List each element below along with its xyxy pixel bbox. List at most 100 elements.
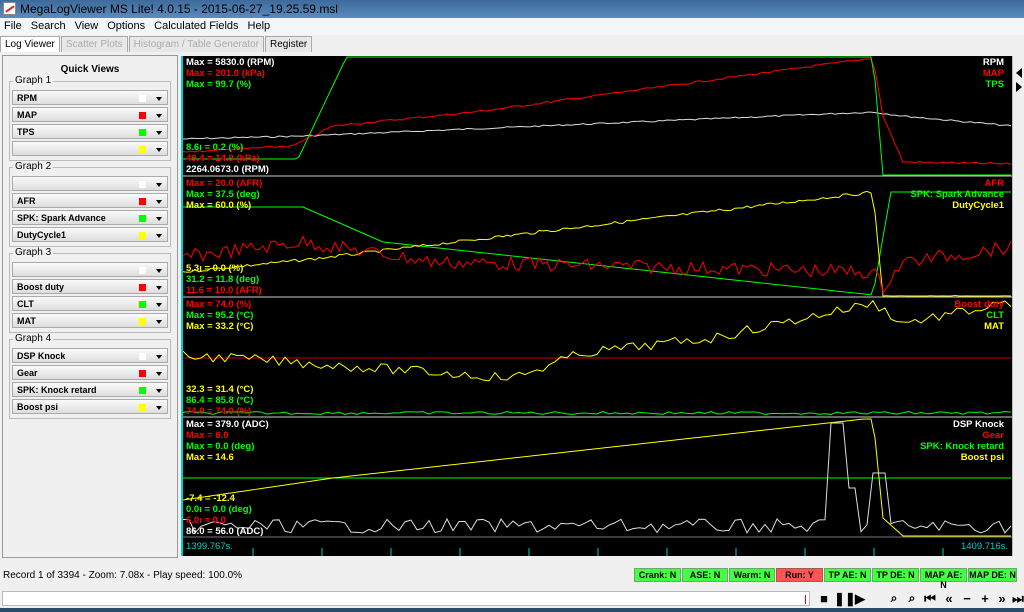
min-value-label: 2264.0673.0 (RPM)	[186, 164, 269, 175]
menu-help[interactable]: Help	[244, 18, 276, 35]
max-value-label: Max = 0.0 (deg)	[186, 441, 255, 452]
series-name-label: CLT	[986, 310, 1004, 321]
chevron-down-icon	[156, 269, 162, 273]
collapse-arrow-icon[interactable]	[1016, 68, 1022, 78]
series-name-label: RPM	[982, 57, 1004, 68]
skip-start-icon[interactable]: ⏮	[922, 591, 938, 606]
app-icon	[3, 2, 16, 15]
playback-position-marker[interactable]	[804, 595, 806, 604]
minus-icon[interactable]: −	[959, 591, 975, 606]
series-name-label: AFR	[984, 178, 1004, 189]
menu-file[interactable]: File	[0, 18, 27, 35]
zoom-in-icon[interactable]: ⌕	[904, 591, 920, 606]
time-start-label: 1399.767s.	[186, 541, 234, 552]
tab-histogram-table-generator[interactable]: Histogram / Table Generator	[128, 36, 264, 52]
min-value-label: 31.2 = 11.8 (deg)	[186, 274, 260, 285]
field-select[interactable]: SPK: Spark Advance	[12, 210, 168, 225]
field-select[interactable]: CLT	[12, 296, 168, 311]
series-name-label: MAT	[984, 321, 1004, 332]
max-value-label: Max = 201.0 (kPa)	[186, 68, 265, 79]
color-swatch[interactable]	[139, 318, 146, 325]
chevron-down-icon	[156, 406, 162, 410]
color-swatch[interactable]	[139, 284, 146, 291]
field-select[interactable]: Gear	[12, 365, 168, 380]
menu-view[interactable]: View	[71, 18, 104, 35]
field-select[interactable]: Boost psi	[12, 399, 168, 414]
max-value-label: Max = 20.0 (AFR)	[186, 178, 263, 189]
clt-trace	[183, 410, 1012, 415]
color-swatch[interactable]	[139, 198, 146, 205]
tab-scatter-plots[interactable]: Scatter Plots	[60, 36, 128, 52]
color-swatch[interactable]	[139, 112, 146, 119]
field-select[interactable]: DutyCycle1	[12, 227, 168, 242]
color-swatch[interactable]	[139, 181, 146, 188]
tab-bar: Log Viewer Scatter Plots Histogram / Table…	[0, 36, 313, 52]
time-end-label: 1409.716s.	[960, 541, 1008, 552]
field-select[interactable]: TPS	[12, 124, 168, 139]
series-name-label: SPK: Spark Advance	[910, 189, 1004, 200]
field-name: MAT	[17, 316, 36, 326]
field-select[interactable]	[12, 141, 168, 156]
field-select[interactable]: MAT	[12, 313, 168, 328]
max-value-label: Max = 37.5 (deg)	[186, 189, 260, 200]
field-select[interactable]	[12, 262, 168, 277]
min-value-label: 74.0 = 74.0 (%)	[186, 406, 252, 417]
field-select[interactable]: DSP Knock	[12, 348, 168, 363]
field-select[interactable]	[12, 176, 168, 191]
status-flag: Crank: N	[634, 568, 681, 582]
field-select[interactable]: RPM	[12, 90, 168, 105]
field-select[interactable]: SPK: Knock retard	[12, 382, 168, 397]
field-select[interactable]: AFR	[12, 193, 168, 208]
fast-forward-icon[interactable]: »	[994, 591, 1010, 606]
series-name-label: TPS	[985, 79, 1004, 90]
rewind-icon[interactable]: «	[941, 591, 957, 606]
plus-icon[interactable]: +	[977, 591, 993, 606]
menu-calculated-fields[interactable]: Calculated Fields	[150, 18, 243, 35]
chevron-down-icon	[156, 148, 162, 152]
field-select[interactable]: MAP	[12, 107, 168, 122]
max-value-label: Max = 379.0 (ADC)	[186, 419, 269, 430]
color-swatch[interactable]	[139, 353, 146, 360]
quick-views-panel: Quick Views Graph 1 RPM MAP TPS Graph 2 AFR SPK…	[2, 55, 178, 558]
quick-views-title: Quick Views	[60, 64, 120, 75]
mat-trace	[183, 299, 1012, 382]
color-swatch[interactable]	[139, 215, 146, 222]
field-select[interactable]: Boost duty	[12, 279, 168, 294]
graph-scroll-control[interactable]	[1012, 56, 1024, 556]
play-icon[interactable]: ▶	[852, 591, 868, 606]
skip-end-icon[interactable]: ⏭	[1010, 591, 1024, 606]
color-swatch[interactable]	[139, 267, 146, 274]
status-flag: MAP DE: N	[968, 568, 1017, 582]
color-swatch[interactable]	[139, 404, 146, 411]
min-value-label: 0.0ı = 0.0 (deg)	[186, 504, 252, 515]
status-flag: ASE: N	[682, 568, 728, 582]
log-chart[interactable]: Max = 5830.0 (RPM) Max = 201.0 (kPa) Max =…	[181, 56, 1012, 556]
max-value-label: Max = 99.7 (%)	[186, 79, 252, 90]
color-swatch[interactable]	[139, 129, 146, 136]
pause-icon[interactable]: ❚❚	[834, 591, 856, 606]
chevron-down-icon	[156, 303, 162, 307]
chevron-down-icon	[156, 320, 162, 324]
color-swatch[interactable]	[139, 232, 146, 239]
playback-slider[interactable]	[2, 591, 810, 606]
color-swatch[interactable]	[139, 95, 146, 102]
max-value-label: Max = 74.0 (%)	[186, 299, 252, 310]
tab-log-viewer[interactable]: Log Viewer	[0, 36, 60, 52]
field-name: RPM	[17, 93, 37, 103]
menu-options[interactable]: Options	[103, 18, 150, 35]
color-swatch[interactable]	[139, 387, 146, 394]
color-swatch[interactable]	[139, 146, 146, 153]
zoom-out-icon[interactable]: ⌕	[886, 591, 902, 606]
tab-register[interactable]: Register	[265, 36, 313, 52]
field-name: Boost psi	[17, 402, 59, 412]
color-swatch[interactable]	[139, 301, 146, 308]
min-value-label: -7.4 = -12.4	[186, 493, 235, 504]
expand-arrow-icon[interactable]	[1016, 82, 1022, 92]
color-swatch[interactable]	[139, 370, 146, 377]
chevron-down-icon	[156, 131, 162, 135]
menu-search[interactable]: Search	[27, 18, 71, 35]
playback-bar: ■ ❚❚ ▶ ⌕ ⌕ ⏮ « − + » ⏭	[0, 590, 1024, 608]
stop-icon[interactable]: ■	[816, 591, 832, 606]
graph-group: Graph 1 RPM MAP TPS	[9, 75, 171, 161]
graph-group-label: Graph 3	[13, 247, 54, 258]
